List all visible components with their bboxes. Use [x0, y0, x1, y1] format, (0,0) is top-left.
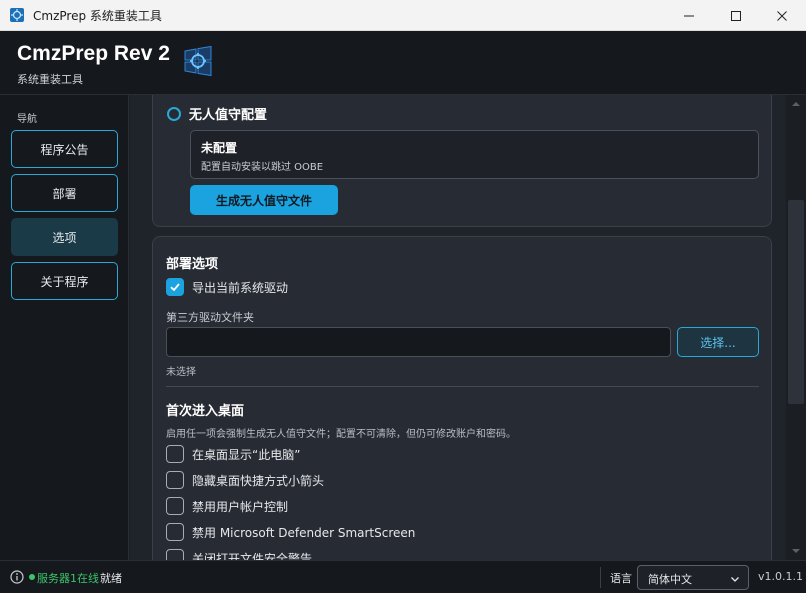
scrollbar-thumb[interactable]	[788, 200, 804, 404]
ready-status: 就绪	[100, 572, 122, 585]
options-panel: 无人值守配置 未配置 配置自动安装以跳过 OOBE 生成无人值守文件 部署选项 …	[130, 95, 786, 560]
server-status: 服务器1在线	[37, 572, 99, 585]
section-divider	[166, 386, 759, 387]
scroll-up-arrow-icon[interactable]	[791, 99, 801, 109]
not-selected-text: 未选择	[166, 367, 196, 378]
unattended-status-desc: 配置自动安装以跳过 OOBE	[201, 162, 324, 173]
third-party-driver-input[interactable]	[166, 327, 671, 357]
disable-file-warning-label: 关闭打开文件安全警告	[192, 552, 313, 560]
language-label: 语言	[610, 572, 632, 585]
status-separator	[600, 567, 601, 588]
chevron-down-icon	[731, 577, 739, 582]
hide-shortcut-arrow-checkbox[interactable]	[166, 471, 184, 489]
disable-smartscreen-checkbox[interactable]	[166, 523, 184, 541]
scroll-down-arrow-icon[interactable]	[791, 546, 801, 556]
window-title: CmzPrep 系统重装工具	[33, 8, 162, 23]
sidebar-item-options[interactable]: 选项	[11, 218, 118, 256]
maximize-icon	[731, 10, 741, 21]
close-button[interactable]	[759, 0, 805, 31]
export-driver-label: 导出当前系统驱动	[192, 281, 289, 295]
disable-file-warning-checkbox[interactable]	[166, 549, 184, 560]
show-this-pc-label: 在桌面显示“此电脑”	[192, 448, 301, 462]
version-text: v1.0.1.1	[758, 570, 803, 583]
server-online-dot	[29, 574, 35, 580]
app-title: CmzPrep Rev 2	[17, 42, 170, 65]
unattended-card: 无人值守配置 未配置 配置自动安装以跳过 OOBE 生成无人值守文件	[152, 95, 772, 227]
unattended-title: 无人值守配置	[189, 108, 268, 123]
disable-uac-label: 禁用用户帐户控制	[192, 500, 289, 514]
app-icon	[10, 8, 24, 22]
unattended-status-title: 未配置	[201, 141, 238, 155]
windows-logo-icon	[184, 45, 212, 77]
export-driver-checkbox[interactable]	[166, 278, 184, 296]
maximize-button[interactable]	[713, 0, 759, 31]
app-subtitle: 系统重装工具	[17, 73, 83, 86]
info-icon[interactable]	[10, 570, 24, 584]
close-icon	[777, 10, 787, 21]
disable-smartscreen-label: 禁用 Microsoft Defender SmartScreen	[192, 526, 416, 540]
unattended-radio-icon	[167, 107, 181, 121]
third-party-driver-label: 第三方驱动文件夹	[166, 311, 254, 324]
checkmark-icon	[170, 283, 180, 292]
sidebar-item-about[interactable]: 关于程序	[11, 262, 118, 300]
vertical-scrollbar[interactable]	[786, 95, 806, 560]
app-header: CmzPrep Rev 2 系统重装工具	[0, 31, 806, 95]
sidebar-item-announcements[interactable]: 程序公告	[11, 130, 118, 168]
first-desktop-note: 启用任一项会强制生成无人值守文件；配置不可清除，但仍可修改账户和密码。	[166, 429, 516, 440]
disable-uac-checkbox[interactable]	[166, 497, 184, 515]
language-select-value: 简体中文	[648, 573, 692, 586]
nav-label: 导航	[17, 114, 37, 125]
deploy-options-title: 部署选项	[166, 257, 219, 272]
status-bar: 服务器1在线 就绪 语言 简体中文 v1.0.1.1	[0, 560, 806, 593]
minimize-icon	[684, 15, 694, 16]
unattended-status-box: 未配置 配置自动安装以跳过 OOBE	[190, 130, 759, 179]
minimize-button[interactable]	[666, 0, 712, 31]
sidebar-nav: 导航 程序公告 部署 选项 关于程序	[0, 95, 129, 560]
choose-folder-button[interactable]: 选择...	[677, 327, 759, 357]
first-desktop-title: 首次进入桌面	[166, 404, 245, 419]
show-this-pc-checkbox[interactable]	[166, 445, 184, 463]
language-select[interactable]: 简体中文	[637, 565, 749, 590]
hide-shortcut-arrow-label: 隐藏桌面快捷方式小箭头	[192, 474, 325, 488]
sidebar-item-deploy[interactable]: 部署	[11, 174, 118, 212]
generate-unattended-button[interactable]: 生成无人值守文件	[190, 185, 338, 215]
deploy-options-card: 部署选项 导出当前系统驱动 第三方驱动文件夹 选择... 未选择 首次进入桌面 …	[152, 236, 772, 560]
window-titlebar: CmzPrep 系统重装工具	[0, 0, 806, 31]
